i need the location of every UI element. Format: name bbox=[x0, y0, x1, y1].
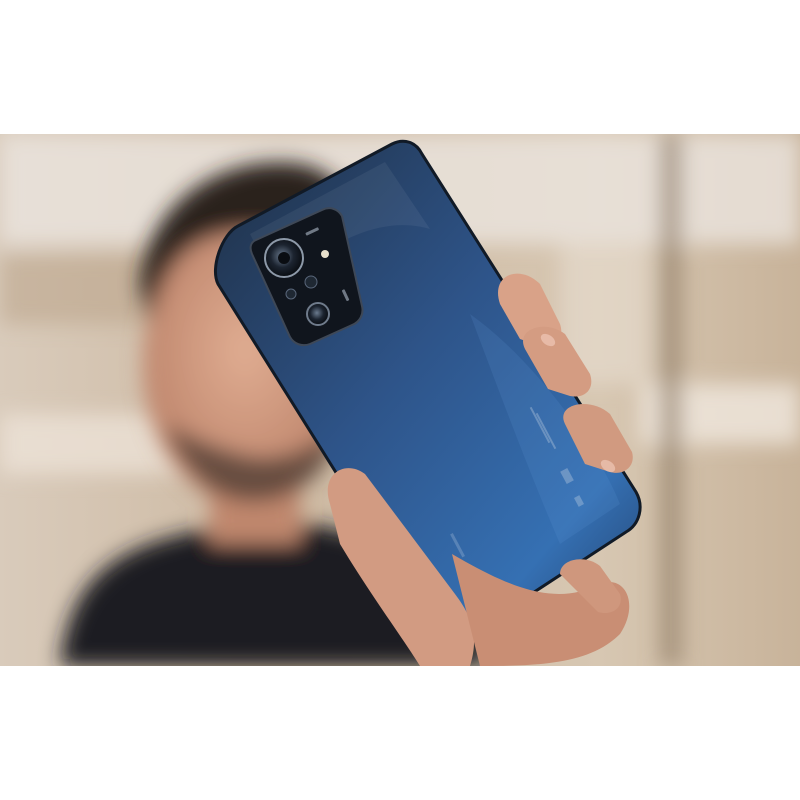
flash-icon bbox=[321, 250, 329, 258]
camera-lens-icon bbox=[304, 275, 318, 289]
image-frame bbox=[0, 0, 800, 800]
camera-lens-icon bbox=[306, 302, 330, 326]
camera-lens-icon bbox=[285, 288, 297, 300]
photo bbox=[0, 134, 800, 666]
photo-illustration bbox=[0, 134, 800, 666]
